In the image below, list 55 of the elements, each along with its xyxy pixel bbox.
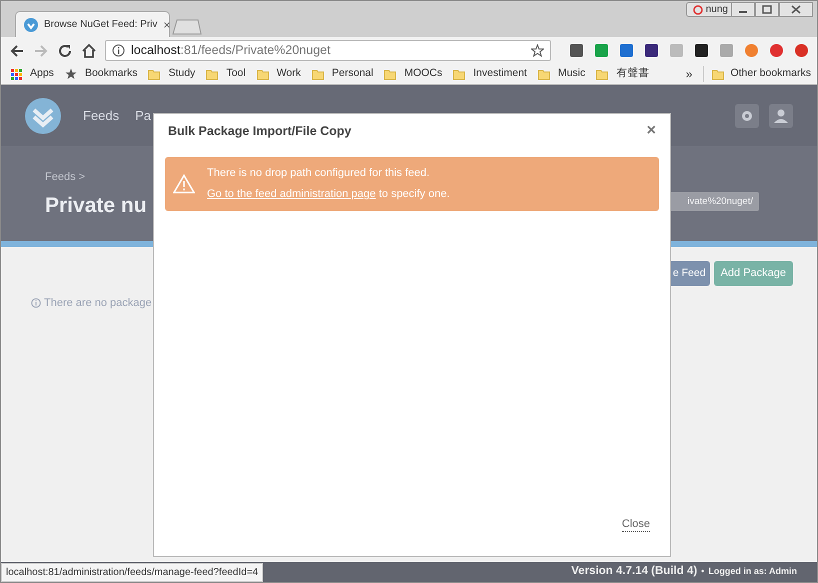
nav-link[interactable]: Feeds	[83, 106, 120, 126]
close-button[interactable]: Close	[622, 518, 650, 532]
bookmark-item[interactable]: Study	[148, 66, 196, 82]
back-icon[interactable]	[9, 42, 25, 58]
alert-message: Go to the feed administration page to specify one.	[207, 187, 450, 202]
bookmark-item[interactable]: MOOCs	[384, 66, 442, 82]
bookmark-item[interactable]: Tool	[206, 66, 246, 82]
bookmark-item[interactable]: Apps	[11, 66, 54, 82]
folder-icon	[206, 68, 218, 80]
folder-icon	[256, 68, 269, 80]
info-icon	[112, 44, 125, 57]
logo-icon	[25, 98, 61, 134]
close-icon[interactable]: ×	[163, 16, 170, 34]
bookmark-item[interactable]: 有聲書	[596, 66, 650, 82]
address-bar[interactable]: localhost:81/feeds/Private%20nuget	[105, 40, 551, 61]
apps-icon	[11, 68, 22, 80]
bookmark-item[interactable]: Work	[256, 66, 301, 82]
bookmark-item[interactable]: Bookmarks	[64, 66, 138, 82]
close-icon[interactable]	[779, 2, 813, 17]
folder-icon	[384, 68, 396, 80]
star-icon[interactable]	[531, 44, 544, 57]
home-icon[interactable]	[81, 42, 97, 58]
overflow-chevron[interactable]: »	[686, 65, 692, 83]
warning-icon	[173, 174, 195, 194]
empty-message: There are no package	[44, 296, 152, 311]
bookmark-item[interactable]: Personal	[312, 66, 374, 82]
login-text: Logged in as: Admin	[708, 565, 797, 578]
nav-link[interactable]: Pa	[135, 106, 152, 126]
version-text: Version 4.7.14 (Build 4)	[571, 564, 698, 580]
modal-title: Bulk Package Import/File Copy	[168, 123, 352, 140]
page-title: Private nu	[45, 192, 147, 218]
profile-icon	[692, 4, 703, 14]
info-icon	[31, 298, 41, 308]
folder-icon	[712, 68, 724, 80]
star-icon	[64, 68, 77, 80]
user-icon[interactable]	[769, 104, 793, 128]
alert-message: There is no drop path configured for this feed.	[207, 166, 431, 181]
bookmark-item[interactable]: Investiment	[453, 66, 527, 82]
reload-icon[interactable]	[57, 42, 73, 58]
status-url: localhost:81/administration/feeds/manage-feed?feedId=4	[1, 563, 264, 582]
browser-tab[interactable]: Browse NuGet Feed: Priv ×	[15, 11, 170, 37]
maximize-icon[interactable]	[755, 2, 779, 17]
round-icon[interactable]	[744, 43, 759, 58]
folder-icon	[596, 68, 608, 80]
minimize-icon[interactable]	[731, 2, 755, 17]
folder-icon	[538, 68, 550, 80]
folder-icon	[148, 68, 160, 80]
url-text: localhost:81/feeds/Private%20nuget	[131, 42, 332, 60]
separator-dot: •	[701, 565, 704, 578]
folder-icon	[312, 68, 324, 80]
folder-icon	[453, 68, 466, 80]
bookmark-item[interactable]: Music	[538, 66, 586, 82]
bookmark-item[interactable]: Other bookmarks	[703, 66, 811, 82]
close-button[interactable]: ×	[646, 123, 656, 140]
settings-icon[interactable]	[735, 104, 759, 128]
